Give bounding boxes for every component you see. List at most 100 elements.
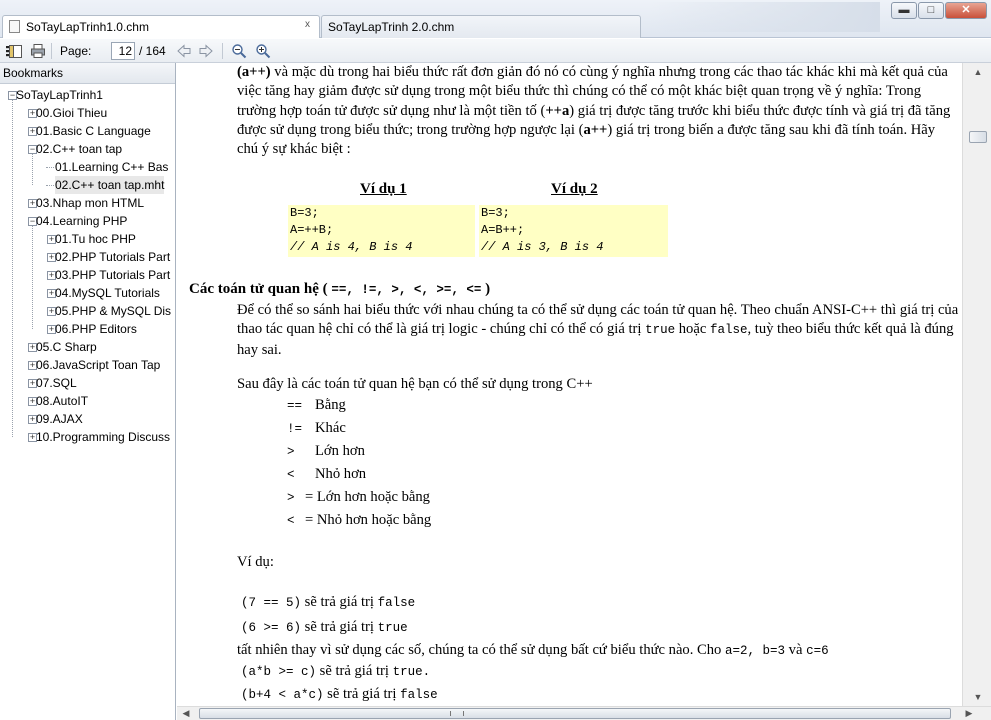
bookmark-item[interactable]: +01.Basic C Language [0, 122, 175, 140]
horizontal-scroll-thumb[interactable] [199, 708, 951, 719]
example-2-title: Ví dụ 2 [551, 181, 598, 197]
page-number-input[interactable]: 12 [111, 42, 135, 60]
tree-connector [46, 167, 54, 168]
tab-close-icon[interactable]: x [301, 19, 314, 32]
bookmark-item[interactable]: 02.C++ toan tap.mht [0, 176, 175, 194]
example-line: (7 == 5) sẽ trả giá trị false [241, 594, 416, 610]
bookmark-item[interactable]: +05.C Sharp [0, 338, 175, 356]
bookmark-item[interactable]: +02.PHP Tutorials Part [0, 248, 175, 266]
example-1-title: Ví dụ 1 [360, 181, 407, 197]
toolbar: Page: 12 / 164 [0, 39, 991, 63]
bookmark-label: 00.Gioi Thieu [36, 106, 108, 120]
window-controls: ▬ □ ✕ [891, 2, 987, 19]
tab-label: SoTayLapTrinh1.0.chm [26, 20, 149, 34]
bookmark-label: 05.PHP & MySQL Dis [55, 304, 172, 318]
bookmarks-header: Bookmarks [0, 63, 175, 84]
intro-paragraph: (a++) và mặc dù trong hai biểu thức rất … [237, 64, 951, 158]
bookmark-label: 07.SQL [36, 376, 77, 390]
page-label: Page: [60, 44, 92, 58]
bookmark-item[interactable]: +03.Nhap mon HTML [0, 194, 175, 212]
operator-row: > = Lớn hơn hoặc bằng [287, 489, 430, 505]
horizontal-scrollbar[interactable]: ◀ ▶ [177, 706, 991, 720]
example-line: (6 >= 6) sẽ trả giá trị true [241, 619, 408, 635]
maximize-button[interactable]: □ [918, 2, 944, 19]
title-bar: SoTayLapTrinh1.0.chm x SoTayLapTrinh 2.0… [0, 0, 991, 38]
bookmark-label: 01.Learning C++ Bas [55, 160, 169, 174]
tree-connector [32, 226, 33, 329]
tree-connector [46, 185, 54, 186]
tree-connector [12, 100, 13, 437]
sidebar-icon[interactable] [8, 43, 24, 59]
page-total: / 164 [139, 44, 166, 58]
bookmark-label: 09.AJAX [36, 412, 83, 426]
print-icon[interactable] [30, 43, 46, 59]
relational-paragraph: Để có thể so sánh hai biểu thức với nhau… [237, 302, 959, 358]
bookmark-item[interactable]: − SoTayLapTrinh1 [0, 86, 175, 104]
bookmark-item[interactable]: +05.PHP & MySQL Dis [0, 302, 175, 320]
bookmark-item[interactable]: +04.MySQL Tutorials [0, 284, 175, 302]
tab-sotaylaptrinh-2[interactable]: SoTayLapTrinh 2.0.chm [321, 15, 641, 38]
bookmark-item[interactable]: +10.Programming Discuss [0, 428, 175, 446]
operator-row: < Nhỏ hơn [287, 466, 367, 482]
operator-row: > Lớn hơn [287, 443, 365, 459]
bookmark-item[interactable]: +03.PHP Tutorials Part [0, 266, 175, 284]
bookmark-label: 02.PHP Tutorials Part [55, 250, 171, 264]
bookmark-label: 06.JavaScript Toan Tap [36, 358, 161, 372]
bookmark-item[interactable]: −02.C++ toan tap [0, 140, 175, 158]
example-2-code: B=3; A=B++; // A is 3, B is 4 [479, 205, 668, 257]
scroll-grip [450, 711, 464, 716]
vertical-scroll-thumb[interactable] [969, 131, 987, 143]
example-label: Ví dụ: [237, 554, 274, 570]
close-button[interactable]: ✕ [945, 2, 987, 19]
bookmarks-panel: Bookmarks − SoTayLapTrinh1 +00.Gioi Thieu +… [0, 63, 176, 720]
bookmark-item[interactable]: +09.AJAX [0, 410, 175, 428]
bookmark-label: 03.PHP Tutorials Part [55, 268, 171, 282]
back-arrow-icon[interactable] [176, 43, 192, 59]
section-title: Các toán tử quan hệ ( ==, !=, >, <, >=, … [189, 281, 491, 297]
bookmark-label: 08.AutoIT [36, 394, 89, 408]
operator-row: != Khác [287, 420, 346, 436]
vertical-scrollbar[interactable]: ▲ ▼ [962, 63, 991, 706]
tab-bar-fade [650, 2, 880, 32]
tab-sotaylaptrinh-1[interactable]: SoTayLapTrinh1.0.chm x [2, 15, 320, 38]
operator-row: == Bằng [287, 397, 346, 413]
scroll-down-arrow-icon[interactable]: ▼ [971, 690, 985, 704]
minimize-button[interactable]: ▬ [891, 2, 917, 19]
variables-note: tất nhiên thay vì sử dụng các số, chúng … [237, 642, 829, 658]
bookmark-label: 05.C Sharp [36, 340, 97, 354]
bookmark-item[interactable]: +06.PHP Editors [0, 320, 175, 338]
forward-arrow-icon[interactable] [198, 43, 214, 59]
bookmark-label: 02.C++ toan tap [36, 142, 123, 156]
tree-connector [32, 154, 33, 185]
example-1-code: B=3; A=++B; // A is 4, B is 4 [288, 205, 475, 257]
operator-row: < = Nhỏ hơn hoặc bằng [287, 512, 432, 528]
scroll-right-arrow-icon[interactable]: ▶ [962, 707, 976, 720]
document-content: (a++) và mặc dù trong hai biểu thức rất … [177, 63, 962, 706]
bookmarks-tree: − SoTayLapTrinh1 +00.Gioi Thieu +01.Basic C… [0, 84, 175, 446]
scroll-up-arrow-icon[interactable]: ▲ [971, 65, 985, 79]
example-line: (b+4 < a*c) sẽ trả giá trị false [241, 686, 438, 702]
bookmark-item[interactable]: +06.JavaScript Toan Tap [0, 356, 175, 374]
document-icon [9, 20, 20, 33]
bookmark-item[interactable]: 01.Learning C++ Bas [0, 158, 175, 176]
bookmark-item[interactable]: +07.SQL [0, 374, 175, 392]
scroll-left-arrow-icon[interactable]: ◀ [179, 707, 193, 720]
bookmark-item[interactable]: +08.AutoIT [0, 392, 175, 410]
operators-list-intro: Sau đây là các toán tử quan hệ bạn có th… [237, 376, 593, 392]
bookmark-item[interactable]: +00.Gioi Thieu [0, 104, 175, 122]
example-line: (a*b >= c) sẽ trả giá trị true. [241, 663, 431, 679]
bookmark-label: 04.Learning PHP [36, 214, 128, 228]
bookmark-label: 02.C++ toan tap.mht [55, 176, 165, 194]
bookmark-label: 10.Programming Discuss [36, 430, 171, 444]
bookmark-item[interactable]: +01.Tu hoc PHP [0, 230, 175, 248]
tab-label: SoTayLapTrinh 2.0.chm [328, 20, 455, 34]
bookmark-label: 04.MySQL Tutorials [55, 286, 160, 300]
bookmark-label: 01.Tu hoc PHP [55, 232, 136, 246]
bookmark-label: 03.Nhap mon HTML [36, 196, 145, 210]
bookmark-label: 06.PHP Editors [55, 322, 137, 336]
bookmark-label: 01.Basic C Language [36, 124, 151, 138]
bookmark-item[interactable]: −04.Learning PHP [0, 212, 175, 230]
zoom-in-icon[interactable] [255, 43, 271, 59]
zoom-out-icon[interactable] [231, 43, 247, 59]
bookmark-label: SoTayLapTrinh1 [16, 88, 103, 102]
